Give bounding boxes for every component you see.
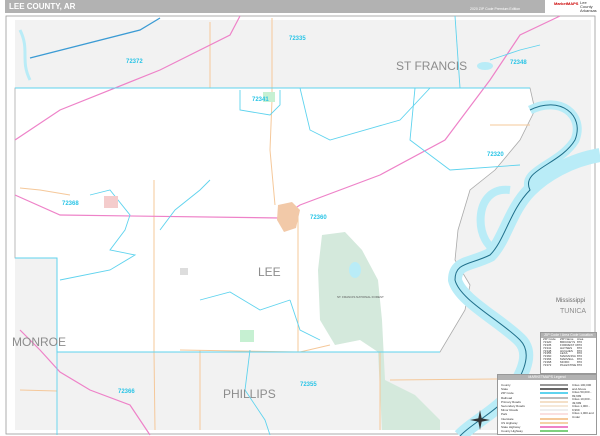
legend-swatch [540,392,568,395]
zip-label: 72372 [126,59,143,65]
county-label-phillips: PHILLIPS [223,387,276,401]
table-cell: 72372 [543,364,552,367]
zip-table-row: 72372 PALESTINE 870 [541,364,596,367]
zip-label: 72335 [289,36,306,42]
map-legend: MARKETMAPS Legend County State ZIP Code Rai… [497,374,597,435]
legend-swatch [540,421,568,424]
zip-label: 72320 [487,152,504,158]
city-moro [104,196,118,208]
lake [477,62,493,70]
legend-swatch [540,409,568,412]
county-label-tunica: TUNICA [560,308,586,315]
city-aubrey [240,330,254,342]
zip-table: ZIP Code / Area Code Location ZIP Code Z… [540,332,597,374]
county-label-st-francis: ST FRANCIS [396,59,467,73]
logo-text: MarketMAPS [554,1,579,6]
title-bar: LEE COUNTY, AR 2020 ZIP Code Premium Edi… [5,0,545,13]
legend-city-size: Cities 1,000 and Under [572,411,594,419]
legend-swatch [540,417,568,420]
map-subtitle: 2020 ZIP Code Premium Edition [470,7,521,11]
legend-swatch [540,430,568,433]
table-cell: PALESTINE [560,364,577,367]
lee-county-area[interactable] [14,87,536,353]
zip-label: 72366 [118,389,135,395]
lake [349,262,361,278]
map-canvas[interactable]: 72335 72372 72348 72341 72320 72368 7236… [0,14,600,436]
legend-swatch [540,384,568,386]
city-rondo [180,268,188,275]
logo-side-text: Lee County Arkansas [580,0,597,13]
county-label-monroe: MONROE [12,335,66,349]
zip-label: 72348 [510,60,527,66]
map-title: LEE COUNTY, AR [9,2,76,11]
logo: MarketMAPS Lee County Arkansas [546,0,598,13]
legend-swatch [540,426,568,428]
forest-label: ST. FRANCIS NATIONAL FOREST [337,295,384,299]
zip-label: 72355 [300,382,317,388]
legend-swatch [540,405,568,407]
map-page: LEE COUNTY, AR 2020 ZIP Code Premium Edi… [0,0,600,436]
zip-label: 72360 [310,215,327,221]
zip-label: 72368 [62,201,79,207]
legend-item: County Highway [501,429,523,434]
legend-swatch [540,388,568,391]
legend-swatch [540,413,568,416]
legend-swatch [540,396,568,399]
county-label-lee: LEE [258,265,281,279]
legend-swatch [540,400,568,403]
legend-title: MARKETMAPS Legend [498,375,596,380]
state-label: Mississippi [556,298,585,304]
table-cell: 870 [577,364,583,367]
zip-label: 72341 [252,97,269,103]
